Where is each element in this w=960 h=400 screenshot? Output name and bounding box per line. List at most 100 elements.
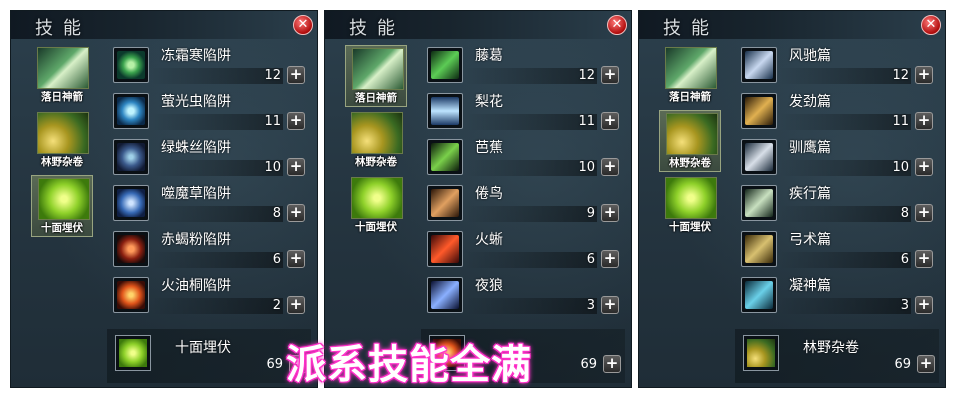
skill-icon-frame[interactable] <box>741 231 777 267</box>
category-arrow[interactable]: 落日神箭 <box>31 45 93 107</box>
category-label: 林野杂卷 <box>41 156 83 168</box>
skill-name: 驯鹰篇 <box>789 140 831 156</box>
category-arrow[interactable]: 落日神箭 <box>659 45 721 107</box>
skill-icon-frame[interactable] <box>427 231 463 267</box>
firefly-trap-icon <box>117 97 145 125</box>
level-up-button[interactable]: + <box>915 112 933 130</box>
run-icon <box>745 189 773 217</box>
skill-row: 火油桐陷阱 2 + <box>109 275 309 321</box>
skill-name: 火油桐陷阱 <box>161 278 231 294</box>
category-trap[interactable]: 十面埋伏 <box>345 175 407 237</box>
level-up-button[interactable]: + <box>601 66 619 84</box>
arrow-skill-icon <box>352 48 404 90</box>
level-up-button[interactable]: + <box>287 250 305 268</box>
summary-icon-frame[interactable] <box>115 335 151 371</box>
force-icon <box>745 97 773 125</box>
skill-level: 9 <box>586 206 595 221</box>
skill-name: 绿蛛丝陷阱 <box>161 140 231 156</box>
skill-icon-frame[interactable] <box>113 93 149 129</box>
level-up-button[interactable]: + <box>915 158 933 176</box>
skill-icon-frame[interactable] <box>427 277 463 313</box>
skill-level: 10 <box>892 160 909 175</box>
skill-icon-frame[interactable] <box>741 93 777 129</box>
panel-titlebar[interactable]: 技能 ✕ <box>639 11 945 39</box>
summary-icon-frame[interactable] <box>743 335 779 371</box>
plantain-icon <box>431 143 459 171</box>
skill-level: 8 <box>900 206 909 221</box>
skill-icon-frame[interactable] <box>741 277 777 313</box>
skill-icon-frame[interactable] <box>113 139 149 175</box>
category-arrow[interactable]: 落日神箭 <box>345 45 407 107</box>
level-up-button[interactable]: + <box>287 158 305 176</box>
triple-arrow-icon <box>431 97 459 125</box>
scroll-skill-icon <box>666 113 718 155</box>
panel-titlebar[interactable]: 技能 ✕ <box>325 11 631 39</box>
level-up-button[interactable]: + <box>915 296 933 314</box>
trap-skill-icon <box>351 177 403 219</box>
overlay-caption: 派系技能全满 <box>286 342 532 388</box>
skill-row: 风驰篇 12 + <box>737 45 937 91</box>
skill-row: 绿蛛丝陷阱 10 + <box>109 137 309 183</box>
level-up-button[interactable]: + <box>915 250 933 268</box>
skill-level: 10 <box>578 160 595 175</box>
fire-lizard-icon <box>431 235 459 263</box>
level-up-button[interactable]: + <box>601 296 619 314</box>
category-scroll[interactable]: 林野杂卷 <box>345 110 407 172</box>
skill-row: 萤光虫陷阱 11 + <box>109 91 309 137</box>
level-up-button[interactable]: + <box>601 158 619 176</box>
skill-icon-frame[interactable] <box>741 185 777 221</box>
close-icon[interactable]: ✕ <box>921 15 941 35</box>
skill-row: 赤蝎粉陷阱 6 + <box>109 229 309 275</box>
trap-skill-icon <box>119 339 147 367</box>
level-up-button[interactable]: + <box>915 66 933 84</box>
skill-level-bar <box>465 206 597 222</box>
skill-icon-frame[interactable] <box>427 93 463 129</box>
category-label: 十面埋伏 <box>669 221 711 233</box>
category-list: 落日神箭 林野杂卷 十面埋伏 <box>659 45 729 240</box>
skill-row: 夜狼 3 + <box>423 275 623 321</box>
category-label: 林野杂卷 <box>355 156 397 168</box>
category-trap[interactable]: 十面埋伏 <box>31 175 93 237</box>
category-scroll[interactable]: 林野杂卷 <box>31 110 93 172</box>
skill-row: 发劲篇 11 + <box>737 91 937 137</box>
skill-icon-frame[interactable] <box>113 47 149 83</box>
level-up-button[interactable]: + <box>915 204 933 222</box>
skill-row: 冻霜寒陷阱 12 + <box>109 45 309 91</box>
level-up-button[interactable]: + <box>917 355 935 373</box>
skill-icon-frame[interactable] <box>427 185 463 221</box>
skill-list: 冻霜寒陷阱 12 + 萤光虫陷阱 11 + 绿蛛丝陷阱 10 + 噬魔草陷阱 8… <box>109 45 309 321</box>
skill-icon-frame[interactable] <box>113 277 149 313</box>
level-up-button[interactable]: + <box>287 112 305 130</box>
level-up-button[interactable]: + <box>601 204 619 222</box>
close-icon[interactable]: ✕ <box>607 15 627 35</box>
scroll-skill-icon <box>37 112 89 154</box>
level-up-button[interactable]: + <box>601 112 619 130</box>
skill-level: 11 <box>578 114 595 129</box>
skill-icon-frame[interactable] <box>427 47 463 83</box>
panel-titlebar[interactable]: 技能 ✕ <box>11 11 317 39</box>
category-scroll[interactable]: 林野杂卷 <box>659 110 721 172</box>
level-up-button[interactable]: + <box>287 296 305 314</box>
skill-row: 噬魔草陷阱 8 + <box>109 183 309 229</box>
hawk-icon <box>745 143 773 171</box>
skill-name: 弓术篇 <box>789 232 831 248</box>
level-up-button[interactable]: + <box>603 355 621 373</box>
skill-icon-frame[interactable] <box>741 47 777 83</box>
skill-icon-frame[interactable] <box>741 139 777 175</box>
level-up-button[interactable]: + <box>601 250 619 268</box>
skill-icon-frame[interactable] <box>113 231 149 267</box>
level-up-button[interactable]: + <box>287 66 305 84</box>
skill-icon-frame[interactable] <box>113 185 149 221</box>
skill-name: 夜狼 <box>475 278 503 294</box>
level-up-button[interactable]: + <box>287 204 305 222</box>
close-icon[interactable]: ✕ <box>293 15 313 35</box>
skill-level-bar <box>465 252 597 268</box>
skill-name: 藤葛 <box>475 48 503 64</box>
skill-level-bar <box>779 206 911 222</box>
category-trap[interactable]: 十面埋伏 <box>659 175 721 237</box>
skill-icon-frame[interactable] <box>427 139 463 175</box>
skill-row: 火蜥 6 + <box>423 229 623 275</box>
skill-name: 噬魔草陷阱 <box>161 186 231 202</box>
skill-name: 芭蕉 <box>475 140 503 156</box>
category-label: 落日神箭 <box>669 91 711 103</box>
